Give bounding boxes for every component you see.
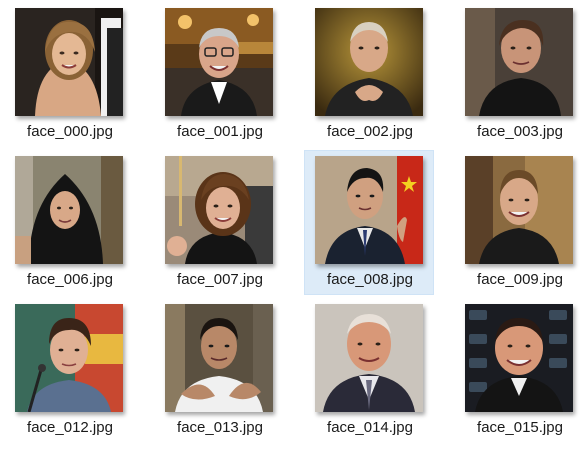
image-thumbnail <box>315 156 423 264</box>
file-item[interactable]: face_014.jpg <box>304 298 434 443</box>
file-name: face_012.jpg <box>27 419 113 436</box>
file-item[interactable]: face_012.jpg <box>4 298 134 443</box>
file-name: face_000.jpg <box>27 123 113 140</box>
file-name: face_013.jpg <box>177 419 263 436</box>
image-thumbnail <box>465 304 573 412</box>
file-name: face_015.jpg <box>477 419 563 436</box>
file-name: face_008.jpg <box>327 271 413 288</box>
image-thumbnail <box>15 156 123 264</box>
file-item[interactable]: face_003.jpg <box>454 2 582 147</box>
file-name: face_002.jpg <box>327 123 413 140</box>
image-thumbnail <box>465 8 573 116</box>
file-item[interactable]: face_006.jpg <box>4 150 134 295</box>
image-thumbnail <box>315 304 423 412</box>
image-thumbnail <box>15 304 123 412</box>
file-grid: face_000.jpg face_001.jpg face_002.jpg f… <box>0 0 582 450</box>
image-thumbnail <box>165 8 273 116</box>
file-item[interactable]: face_015.jpg <box>454 298 582 443</box>
file-item[interactable]: face_001.jpg <box>154 2 284 147</box>
image-thumbnail <box>15 8 123 116</box>
file-item[interactable]: face_000.jpg <box>4 2 134 147</box>
file-item[interactable]: face_002.jpg <box>304 2 434 147</box>
file-item[interactable]: face_008.jpg <box>304 150 434 295</box>
file-name: face_003.jpg <box>477 123 563 140</box>
file-name: face_007.jpg <box>177 271 263 288</box>
file-name: face_014.jpg <box>327 419 413 436</box>
file-name: face_009.jpg <box>477 271 563 288</box>
image-thumbnail <box>315 8 423 116</box>
file-name: face_006.jpg <box>27 271 113 288</box>
image-thumbnail <box>165 156 273 264</box>
file-name: face_001.jpg <box>177 123 263 140</box>
image-thumbnail <box>465 156 573 264</box>
image-thumbnail <box>165 304 273 412</box>
file-item[interactable]: face_013.jpg <box>154 298 284 443</box>
file-item[interactable]: face_007.jpg <box>154 150 284 295</box>
file-item[interactable]: face_009.jpg <box>454 150 582 295</box>
